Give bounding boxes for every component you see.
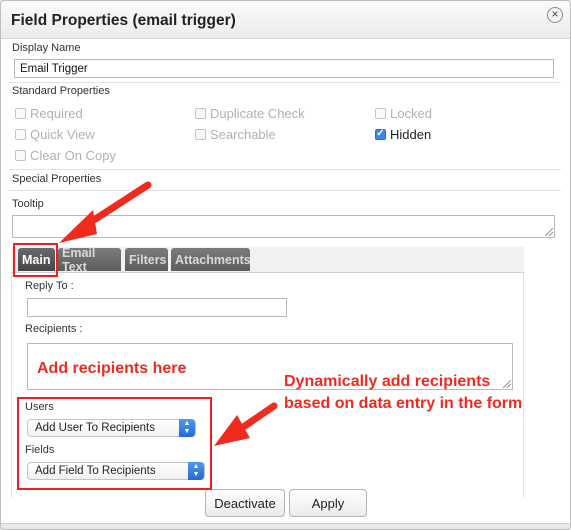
resize-grip-icon[interactable] — [503, 380, 511, 388]
checkbox-box — [15, 107, 26, 119]
checkbox-label: Searchable — [210, 126, 276, 142]
checkbox-label: Locked — [390, 105, 432, 121]
apply-button[interactable]: Apply — [289, 489, 367, 517]
divider — [9, 169, 561, 170]
title-bar: Field Properties (email trigger) × — [1, 1, 570, 39]
dialog-title: Field Properties (email trigger) — [11, 12, 236, 29]
clear-on-copy-checkbox[interactable]: Clear On Copy — [15, 147, 116, 163]
required-checkbox[interactable]: Required — [15, 105, 83, 121]
tooltip-label: Tooltip — [12, 198, 44, 210]
reply-to-label: Reply To : — [25, 280, 74, 292]
deactivate-button[interactable]: Deactivate — [205, 489, 285, 517]
standard-properties-label: Standard Properties — [12, 85, 110, 97]
checkbox-label: Quick View — [30, 126, 95, 142]
reply-to-input[interactable] — [27, 298, 287, 317]
tab-filters[interactable]: Filters — [125, 248, 168, 271]
close-icon[interactable]: × — [547, 7, 563, 23]
field-properties-dialog: Field Properties (email trigger) × Displ… — [0, 0, 571, 530]
checkbox-label: Clear On Copy — [30, 147, 116, 163]
checkbox-label: Hidden — [390, 126, 432, 142]
users-fields-highlight-box — [17, 397, 212, 490]
checkbox-box — [195, 107, 206, 119]
display-name-label: Display Name — [12, 42, 81, 54]
dynamic-annotation-line2: based on data entry in the form — [284, 395, 523, 412]
dynamic-annotation-line1: Dynamically add recipients — [284, 373, 491, 390]
locked-checkbox[interactable]: Locked — [375, 105, 432, 121]
checkbox-box-checked — [375, 128, 386, 140]
main-tab-highlight-box — [13, 243, 58, 277]
checkbox-box — [15, 128, 26, 140]
tab-attachments[interactable]: Attachments — [171, 248, 251, 271]
checkbox-label: Required — [30, 105, 83, 121]
searchable-checkbox[interactable]: Searchable — [195, 126, 276, 142]
duplicate-check-checkbox[interactable]: Duplicate Check — [195, 105, 305, 121]
tab-email-text[interactable]: Email Text — [58, 246, 121, 274]
hidden-checkbox[interactable]: Hidden — [375, 126, 431, 142]
checkbox-box — [195, 128, 206, 140]
display-name-input[interactable] — [14, 59, 554, 78]
checkbox-box — [15, 149, 26, 161]
checkbox-label: Duplicate Check — [210, 105, 305, 121]
bottom-strip — [1, 523, 570, 529]
add-recipients-annotation: Add recipients here — [37, 360, 187, 377]
resize-grip-icon[interactable] — [545, 228, 553, 236]
recipients-label: Recipients : — [25, 323, 83, 335]
quick-view-checkbox[interactable]: Quick View — [15, 126, 95, 142]
divider — [9, 190, 561, 191]
special-properties-label: Special Properties — [12, 173, 102, 185]
divider — [9, 82, 561, 83]
tooltip-textarea[interactable] — [12, 215, 555, 238]
checkbox-box — [375, 107, 386, 119]
